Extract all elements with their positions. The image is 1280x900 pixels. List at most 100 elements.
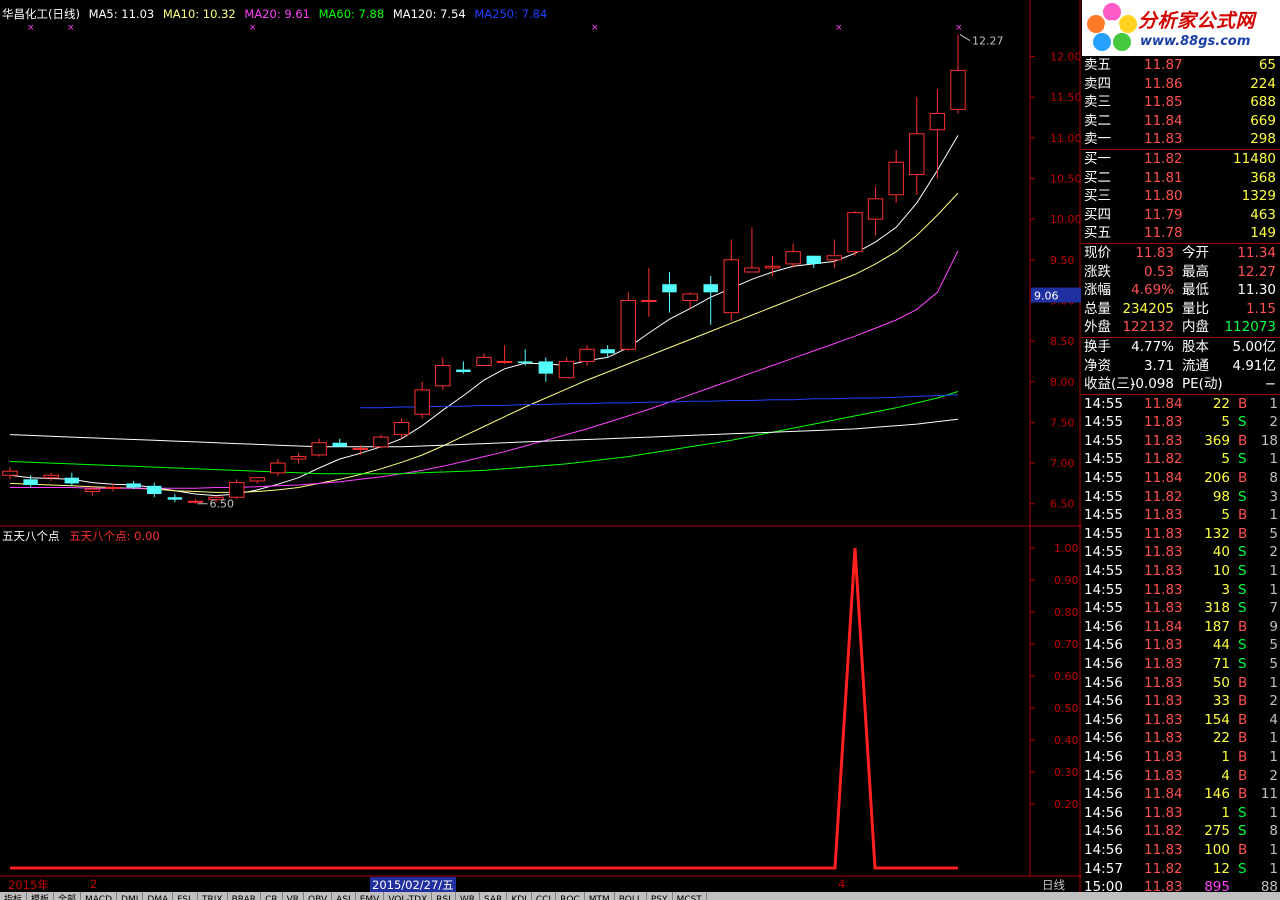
candle-body — [909, 133, 925, 175]
tick-row: 14:55 11.84 22 B 1 — [1082, 393, 1280, 414]
ma-line-ma5 — [9, 135, 959, 497]
price-tick-label: 12.00 — [1050, 51, 1082, 64]
site-logo[interactable]: 分析家公式网 www.88gs.com — [1082, 0, 1280, 56]
indicator-tab[interactable]: PSY — [647, 892, 673, 900]
indicator-tab[interactable]: WR — [456, 892, 481, 900]
candle-body — [414, 389, 430, 415]
indicator-tab[interactable]: MTM — [585, 892, 615, 900]
stat-value: 11.83 — [1135, 244, 1174, 261]
period-label[interactable]: 日线 — [1042, 877, 1065, 893]
tick-volume: 50 — [1212, 674, 1230, 691]
tick-row: 14:56 11.83 1 S 1 — [1082, 804, 1280, 823]
stat-label: 股本 — [1182, 338, 1209, 355]
indicator-tab[interactable]: KDJ — [507, 892, 532, 900]
tick-row: 14:56 11.84 146 B 11 — [1082, 785, 1280, 804]
date-cursor[interactable]: 2015/02/27/五 — [370, 877, 456, 893]
tick-count: 1 — [1269, 860, 1278, 877]
tick-count: 1 — [1269, 674, 1278, 691]
stat-label: 今开 — [1182, 244, 1209, 261]
indicator-tab[interactable]: CCI — [532, 892, 557, 900]
candle-body — [290, 456, 307, 460]
tick-count: 1 — [1269, 563, 1278, 580]
tick-volume: 275 — [1204, 823, 1230, 840]
indicator-tab[interactable]: ROC — [556, 892, 585, 900]
ask-price: 11.84 — [1144, 112, 1183, 129]
bid-label: 买四 — [1084, 206, 1111, 223]
indicator-tab[interactable]: OBV — [304, 892, 333, 900]
stat-value: 4.91亿 — [1232, 357, 1276, 374]
candle — [662, 272, 677, 313]
stat-label: 最高 — [1182, 263, 1209, 280]
candle — [373, 434, 389, 449]
tick-price: 11.83 — [1144, 563, 1183, 580]
indicator-tab[interactable]: CR — [261, 892, 283, 900]
tick-price: 11.83 — [1144, 711, 1183, 728]
indicator-tab[interactable]: ASI — [332, 892, 356, 900]
candle-body — [435, 365, 451, 387]
indicator-tab[interactable]: DMI — [117, 892, 144, 900]
tick-row: 14:55 11.83 40 S 2 — [1082, 543, 1280, 562]
tick-count: 2 — [1269, 693, 1278, 710]
tick-count: 1 — [1269, 507, 1278, 524]
candle-body — [352, 447, 369, 450]
indicator-tab[interactable]: BRAR — [228, 892, 262, 900]
ind-tick-label: 0.90 — [1054, 574, 1079, 587]
stat-value: 11.30 — [1237, 282, 1276, 299]
indicator-tab[interactable]: TRIX — [198, 892, 228, 900]
tick-volume: 98 — [1212, 488, 1230, 505]
bid-row: 买五 11.78 149 — [1082, 224, 1280, 243]
tick-volume: 369 — [1204, 432, 1230, 449]
bid-row: 买二 11.81 368 — [1082, 169, 1280, 188]
tick-side: S — [1238, 581, 1247, 598]
tick-row: 14:55 11.83 5 B 1 — [1082, 506, 1280, 525]
candle-body — [620, 299, 636, 350]
indicator-tab[interactable]: BOLL — [615, 892, 647, 900]
indicator-tab[interactable]: 全部 — [54, 892, 82, 900]
indicator-tab[interactable]: VOL-TDX — [384, 892, 433, 900]
indicator-tab[interactable]: VR — [283, 892, 305, 900]
tick-count: 2 — [1269, 414, 1278, 431]
candle-body — [187, 500, 204, 503]
stat-row: 外盘 122132 内盘 112073 — [1082, 318, 1280, 337]
tick-volume: 44 — [1212, 637, 1230, 654]
tick-price: 11.83 — [1144, 525, 1183, 542]
indicator-tab[interactable]: 模板 — [27, 892, 55, 900]
date-feb: 2 — [90, 877, 98, 891]
tick-side: B — [1238, 618, 1248, 635]
kline-chart[interactable]: 12.0011.5011.0010.5010.009.509.008.508.0… — [0, 0, 1082, 892]
candle-body — [23, 479, 38, 486]
indicator-tab[interactable]: SAR — [480, 892, 508, 900]
tick-time: 14:56 — [1084, 748, 1123, 765]
candle — [579, 345, 595, 366]
indicator-tabs[interactable]: 指标 模板 全部 MACD DMI DMA FSL TRIX BRAR CR VR OBV ASI EMV… — [0, 892, 1280, 900]
candle-body — [806, 255, 821, 264]
tick-price: 11.83 — [1144, 507, 1183, 524]
candle-body — [84, 488, 101, 493]
tick-side: S — [1238, 488, 1247, 505]
indicator-tab[interactable]: DMA — [143, 892, 174, 900]
candle-body — [682, 293, 698, 301]
indicator-tab[interactable]: FSL — [173, 892, 198, 900]
tick-count: 11 — [1260, 786, 1278, 803]
stat-value: 4.77% — [1131, 338, 1174, 355]
ma20-label: MA20: 9.61 — [244, 7, 310, 21]
tick-count: 8 — [1269, 823, 1278, 840]
candle — [744, 227, 760, 273]
indicator-tab[interactable]: RSI — [432, 892, 456, 900]
candle-body — [373, 436, 389, 448]
indicator-tab[interactable]: EMV — [356, 892, 385, 900]
candle — [64, 472, 80, 486]
tick-side: B — [1238, 730, 1248, 747]
candle-body — [950, 69, 966, 110]
indicator-tab[interactable]: MCST — [673, 892, 707, 900]
price-tick-label: 10.50 — [1050, 172, 1082, 185]
indicator-tab[interactable]: MACD — [81, 892, 118, 900]
date-year: 2015年 — [8, 878, 49, 892]
price-tick-label: 7.50 — [1050, 416, 1075, 429]
indicator-tab[interactable]: 指标 — [0, 892, 28, 900]
candle — [867, 186, 884, 236]
tick-time: 14:55 — [1084, 544, 1123, 561]
tick-price: 11.82 — [1144, 488, 1183, 505]
price-tick-label: 11.00 — [1050, 132, 1082, 145]
tick-volume: 1 — [1221, 804, 1230, 821]
